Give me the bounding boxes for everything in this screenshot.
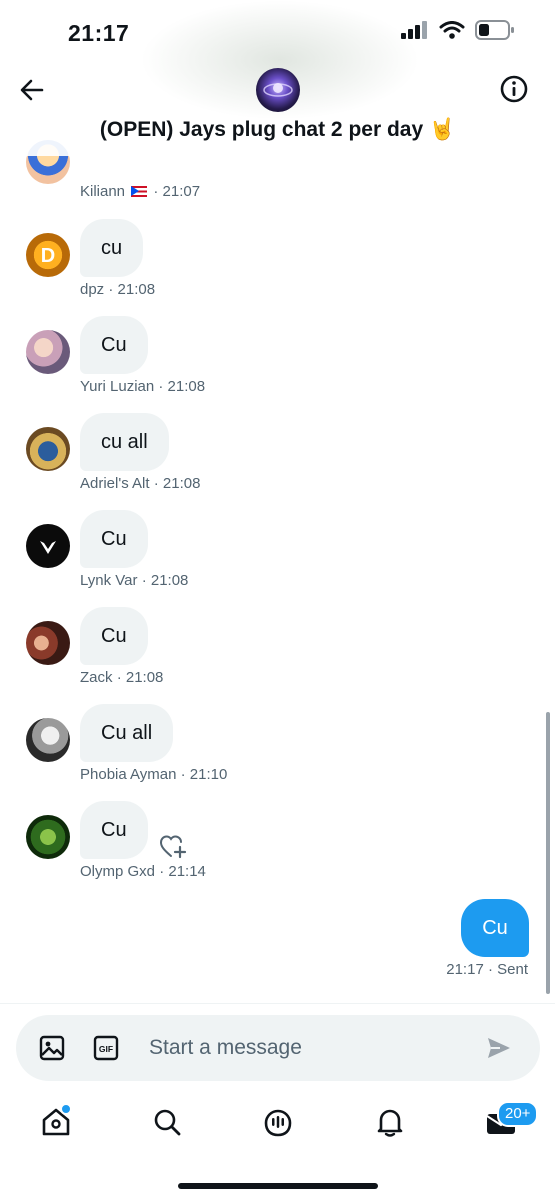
message-composer: GIF [16,1015,540,1081]
message-time: · 21:07 [153,183,201,200]
message-time: · 21:10 [180,766,228,783]
author-name: Kiliann [80,183,126,200]
message-meta: Lynk Var · 21:08 [80,572,188,589]
author-name: Phobia Ayman [80,766,177,783]
avatar[interactable] [26,718,70,762]
search-icon[interactable] [150,1105,184,1139]
message-meta: Yuri Luzian · 21:08 [80,378,205,395]
message-meta: Kiliann · 21:07 [80,183,200,200]
scrollbar[interactable] [546,712,550,994]
signal-icon [401,21,427,39]
avatar[interactable] [26,621,70,665]
back-arrow-icon[interactable] [16,74,48,106]
message-time: · 21:08 [108,281,156,298]
svg-text:GIF: GIF [99,1044,113,1054]
message-meta: Adriel's Alt · 21:08 [80,475,200,492]
info-icon[interactable] [499,74,529,104]
avatar[interactable] [26,330,70,374]
message-time: · 21:08 [158,378,206,395]
avatar[interactable]: D [26,233,70,277]
svg-text:D: D [41,245,55,267]
puerto-rico-flag-icon [131,186,148,197]
message-meta: Zack · 21:08 [80,669,163,686]
messages-badge: 20+ [497,1101,539,1127]
home-indicator[interactable] [178,1183,378,1189]
chat-title[interactable]: (OPEN) Jays plug chat 2 per day 🤘 [0,118,555,142]
chat-header: 21:17 (OPEN) Jays plug chat 2 per day 🤘 [0,0,555,156]
notification-dot [60,1103,72,1115]
message-meta: dpz · 21:08 [80,281,155,298]
add-reaction-icon[interactable] [158,832,190,860]
sent-message-bubble[interactable]: Cu [461,899,529,957]
status-icons [401,20,515,40]
battery-icon [475,20,514,40]
avatar[interactable] [26,815,70,859]
author-name: Lynk Var [80,572,138,589]
image-icon[interactable] [39,1035,65,1066]
message-time: · 21:14 [159,863,206,880]
wifi-icon [439,21,465,39]
message-bubble[interactable]: Cu [80,316,148,374]
message-bubble[interactable]: Cu [80,607,148,665]
gif-icon[interactable]: GIF [93,1035,119,1066]
message-time: · 21:08 [153,475,201,492]
bell-icon[interactable] [373,1105,407,1139]
message-time: · 21:08 [141,572,189,589]
avatar[interactable] [26,524,70,568]
avatar[interactable] [26,427,70,471]
spaces-icon[interactable] [261,1105,295,1139]
sent-message-meta: 21:17 · Sent [446,961,528,978]
author-name: Yuri Luzian [80,378,155,395]
message-meta: Phobia Ayman · 21:10 [80,766,227,783]
message-bubble[interactable]: cu [80,219,144,277]
group-avatar[interactable] [256,68,300,112]
message-bubble[interactable]: Cu all [80,704,174,762]
message-bubble[interactable]: Cu [80,801,148,859]
status-time: 21:17 [68,20,130,46]
author-name: Zack [80,669,113,686]
bottom-tab-bar [0,1095,555,1155]
delivery-status: · Sent [487,961,528,978]
message-bubble[interactable]: cu all [80,413,169,471]
author-name: dpz [80,281,105,298]
message-time: · 21:08 [116,669,164,686]
status-bar: 21:17 [0,0,555,64]
author-name: Adriel's Alt [80,475,150,492]
message-input[interactable] [149,1015,449,1081]
divider [0,1003,555,1004]
author-name: Olymp Gxd [80,863,156,880]
message-bubble[interactable]: Cu [80,510,148,568]
message-time: 21:17 [446,961,484,978]
send-icon[interactable] [486,1035,512,1066]
message-meta: Olymp Gxd · 21:14 [80,863,206,880]
